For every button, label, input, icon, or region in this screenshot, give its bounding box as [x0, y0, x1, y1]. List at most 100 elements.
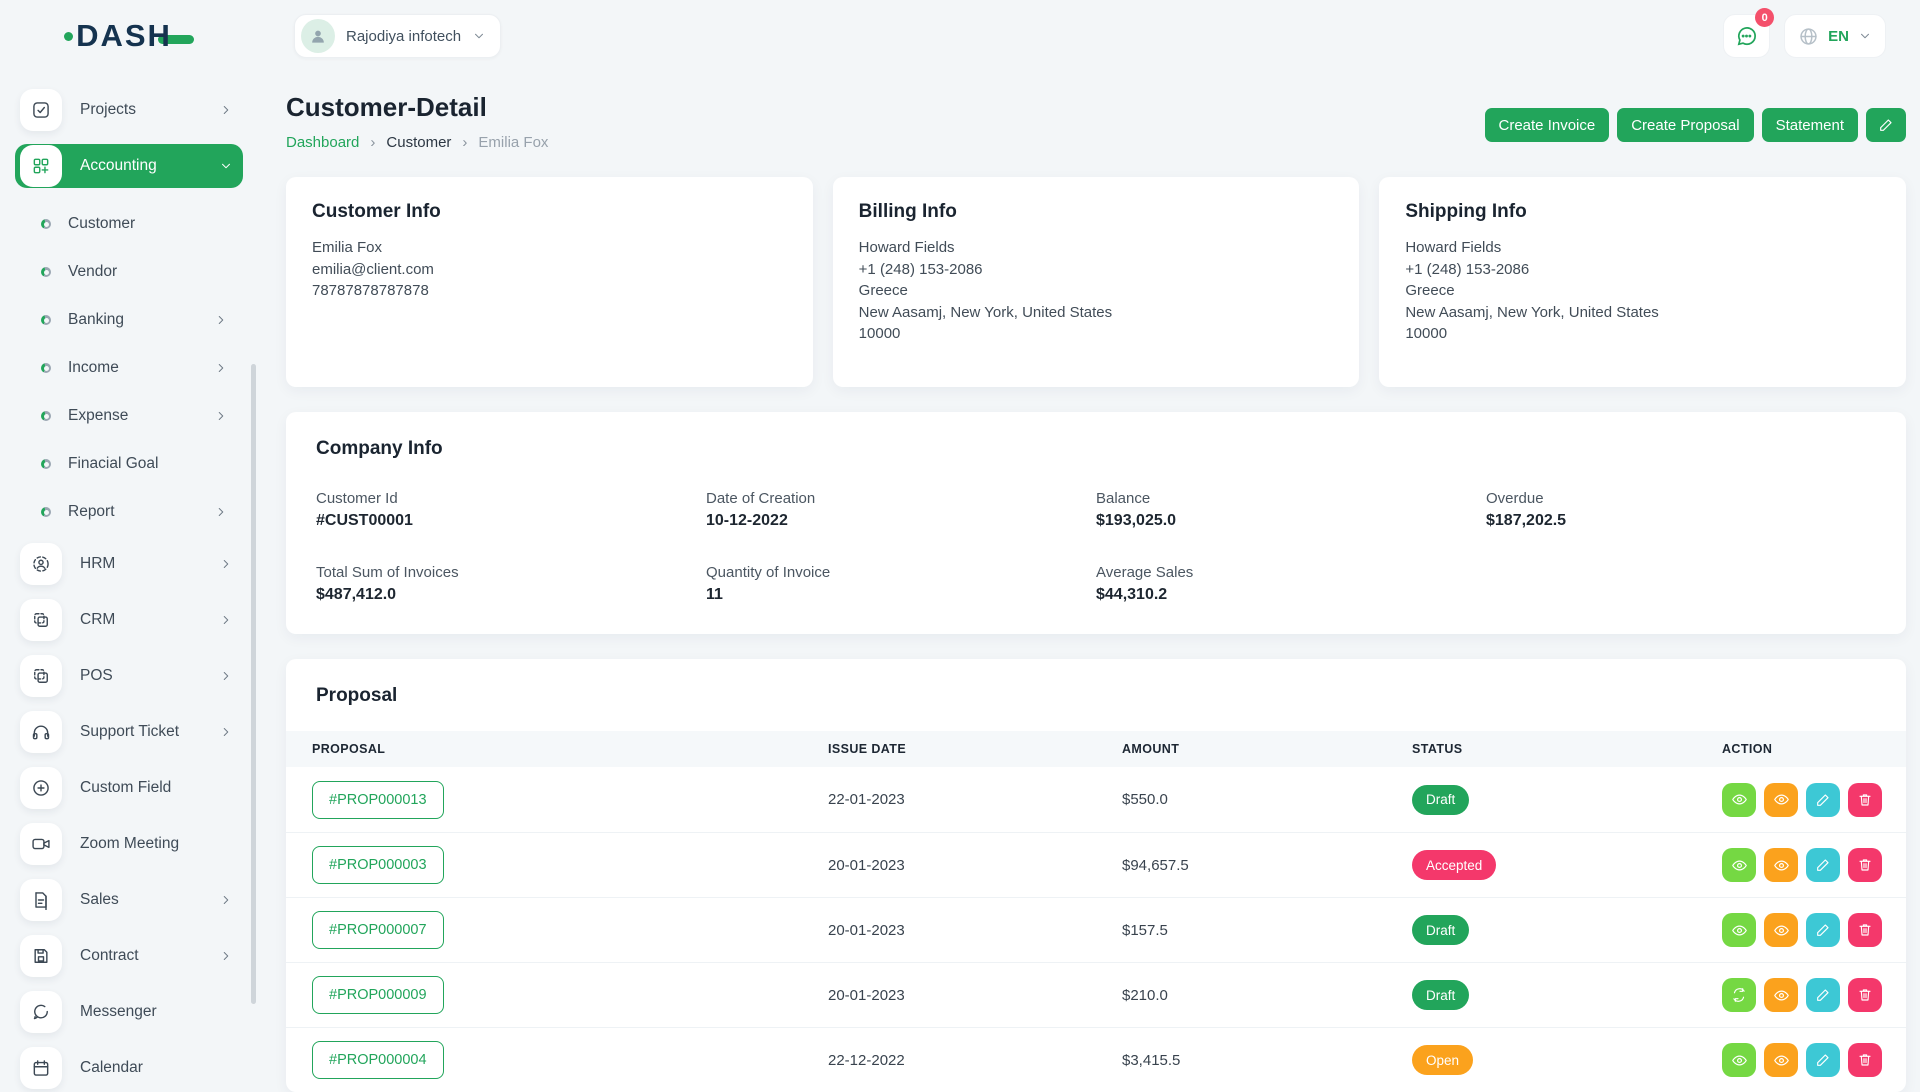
- sidebar-item-sales[interactable]: Sales: [15, 878, 243, 922]
- sidebar-subitem-income[interactable]: Income: [0, 344, 258, 392]
- sidebar-subitem-customer[interactable]: Customer: [0, 200, 258, 248]
- sidebar-subitem-label: Income: [68, 359, 119, 377]
- statement-button[interactable]: Statement: [1762, 108, 1858, 142]
- sidebar-item-label: Messenger: [80, 1003, 157, 1021]
- stat-label: Overdue: [1486, 490, 1876, 507]
- view-button[interactable]: [1722, 1043, 1756, 1077]
- sidebar-item-zoom-meeting[interactable]: Zoom Meeting: [15, 822, 243, 866]
- bullet-icon: [41, 363, 51, 373]
- status-badge: Draft: [1412, 980, 1469, 1010]
- checkbox-icon: [20, 89, 62, 131]
- view-button[interactable]: [1764, 978, 1798, 1012]
- sidebar-item-projects[interactable]: Projects: [15, 88, 243, 132]
- sidebar-item-custom-field[interactable]: Custom Field: [15, 766, 243, 810]
- sidebar-scrollbar[interactable]: [251, 364, 256, 1004]
- breadcrumb-item-emilia-fox: Emilia Fox: [478, 134, 548, 151]
- breadcrumb-separator: ›: [462, 134, 467, 151]
- sidebar-item-crm[interactable]: CRM: [15, 598, 243, 642]
- edit-button[interactable]: [1806, 848, 1840, 882]
- copy-icon: [20, 599, 62, 641]
- sidebar-item-label: Calendar: [80, 1059, 143, 1077]
- notifications-button[interactable]: 0: [1723, 14, 1770, 58]
- breadcrumb-item-dashboard[interactable]: Dashboard: [286, 134, 359, 151]
- company-selector[interactable]: Rajodiya infotech: [294, 14, 501, 58]
- view-button[interactable]: [1722, 913, 1756, 947]
- card-title: Company Info: [316, 438, 1876, 460]
- delete-button[interactable]: [1848, 1043, 1882, 1077]
- trash-icon: [1857, 922, 1873, 938]
- user-avatar-icon: [301, 19, 335, 53]
- sidebar-subitem-report[interactable]: Report: [0, 488, 258, 536]
- stat-date-of-creation: Date of Creation10-12-2022: [706, 490, 1096, 530]
- customer-info-line: Emilia Fox: [312, 237, 787, 259]
- proposal-table-header: PROPOSALISSUE DATEAMOUNTSTATUSACTION: [286, 731, 1906, 767]
- card-title: Customer Info: [312, 201, 787, 223]
- view-button[interactable]: [1764, 848, 1798, 882]
- view-button[interactable]: [1764, 913, 1798, 947]
- sidebar-subitem-banking[interactable]: Banking: [0, 296, 258, 344]
- calendar-icon: [20, 1047, 62, 1089]
- shipping-info-line: Howard Fields: [1405, 237, 1880, 259]
- language-selector[interactable]: EN: [1784, 14, 1886, 58]
- delete-button[interactable]: [1848, 913, 1882, 947]
- delete-button[interactable]: [1848, 978, 1882, 1012]
- proposal-id-link[interactable]: #PROP000004: [312, 1041, 444, 1079]
- proposal-id-link[interactable]: #PROP000003: [312, 846, 444, 884]
- amount-cell: $210.0: [1122, 987, 1412, 1004]
- view-button[interactable]: [1722, 848, 1756, 882]
- stat-quantity-of-invoice: Quantity of Invoice11: [706, 564, 1096, 604]
- sidebar-item-label: Contract: [80, 947, 139, 965]
- stat-value: $44,310.2: [1096, 586, 1486, 604]
- sidebar-item-messenger[interactable]: Messenger: [15, 990, 243, 1034]
- view-button[interactable]: [1722, 783, 1756, 817]
- edit-button[interactable]: [1806, 1043, 1840, 1077]
- edit-button[interactable]: [1806, 783, 1840, 817]
- proposal-table-body: #PROP00001322-01-2023$550.0Draft#PROP000…: [286, 767, 1906, 1092]
- plus-circle-icon: [20, 767, 62, 809]
- customer-info-line: emilia@client.com: [312, 259, 787, 281]
- create-proposal-button[interactable]: Create Proposal: [1617, 108, 1753, 142]
- sidebar-subitem-expense[interactable]: Expense: [0, 392, 258, 440]
- proposal-id-link[interactable]: #PROP000007: [312, 911, 444, 949]
- edit-button[interactable]: [1806, 978, 1840, 1012]
- column-header-status: STATUS: [1412, 742, 1722, 756]
- edit-button[interactable]: [1806, 913, 1840, 947]
- sidebar-item-hrm[interactable]: HRM: [15, 542, 243, 586]
- shipping-info-line: Greece: [1405, 280, 1880, 302]
- eye-icon: [1773, 922, 1790, 939]
- delete-button[interactable]: [1848, 783, 1882, 817]
- sidebar-item-contract[interactable]: Contract: [15, 934, 243, 978]
- chat-icon: [1735, 25, 1758, 48]
- topbar: DASH Rajodiya infotech 0 EN: [0, 0, 1920, 72]
- proposal-id-link[interactable]: #PROP000009: [312, 976, 444, 1014]
- sidebar-item-calendar[interactable]: Calendar: [15, 1046, 243, 1090]
- copy-icon: [20, 655, 62, 697]
- view-button[interactable]: [1764, 783, 1798, 817]
- stat-label: Quantity of Invoice: [706, 564, 1096, 581]
- sidebar-subitem-finacial-goal[interactable]: Finacial Goal: [0, 440, 258, 488]
- convert-button[interactable]: [1722, 978, 1756, 1012]
- status-badge: Draft: [1412, 785, 1469, 815]
- headphones-icon: [20, 711, 62, 753]
- sidebar-item-accounting[interactable]: Accounting: [15, 144, 243, 188]
- trash-icon: [1857, 1052, 1873, 1068]
- page-title: Customer-Detail: [286, 92, 548, 123]
- billing-info-card: Billing Info Howard Fields+1 (248) 153-2…: [833, 177, 1360, 387]
- view-button[interactable]: [1764, 1043, 1798, 1077]
- edit-customer-button[interactable]: [1866, 108, 1906, 142]
- sidebar-subitem-vendor[interactable]: Vendor: [0, 248, 258, 296]
- person-dashed-icon: [20, 543, 62, 585]
- create-invoice-button[interactable]: Create Invoice: [1485, 108, 1610, 142]
- delete-button[interactable]: [1848, 848, 1882, 882]
- issue-date-cell: 20-01-2023: [828, 987, 1122, 1004]
- billing-info-line: New Aasamj, New York, United States: [859, 302, 1334, 324]
- sidebar-item-pos[interactable]: POS: [15, 654, 243, 698]
- chevron-right-icon: [214, 361, 228, 375]
- proposal-id-link[interactable]: #PROP000013: [312, 781, 444, 819]
- sidebar-item-support-ticket[interactable]: Support Ticket: [15, 710, 243, 754]
- stat-average-sales: Average Sales$44,310.2: [1096, 564, 1486, 604]
- sidebar-subitem-label: Customer: [68, 215, 135, 233]
- chat-bubble-icon: [20, 991, 62, 1033]
- sidebar-item-label: HRM: [80, 555, 115, 573]
- eye-icon: [1773, 1052, 1790, 1069]
